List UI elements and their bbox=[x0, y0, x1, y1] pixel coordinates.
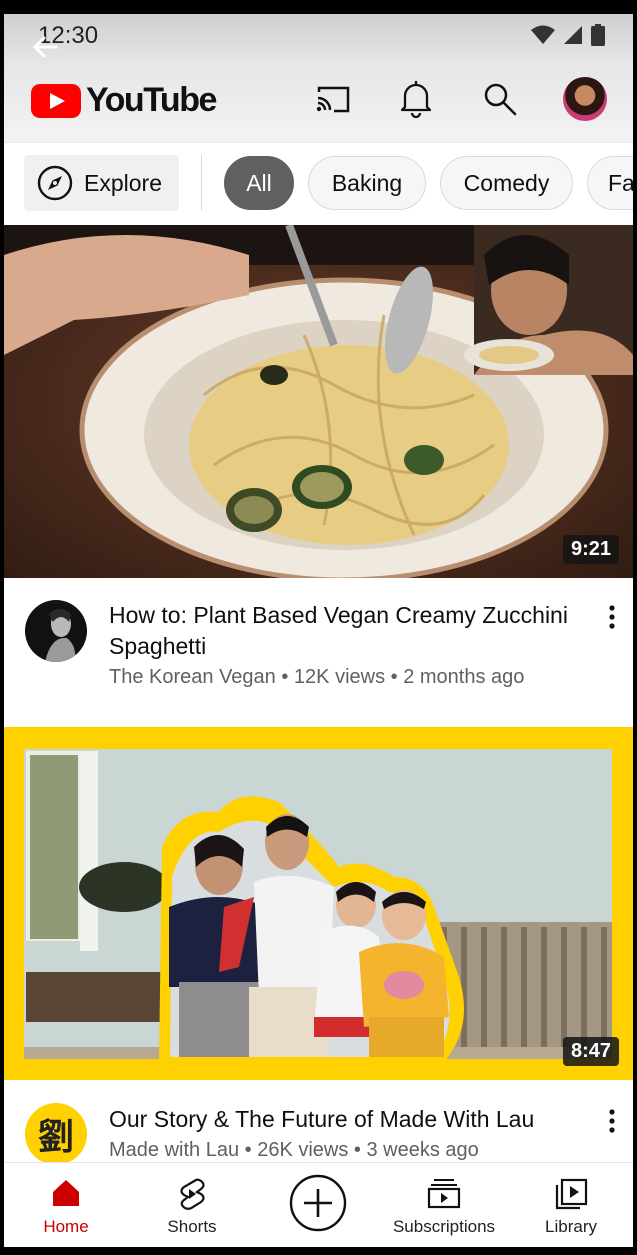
top-app-bar: 12:30 YouTube bbox=[4, 14, 633, 142]
shorts-icon bbox=[180, 1178, 205, 1210]
nav-library[interactable]: Library bbox=[516, 1163, 626, 1247]
subscriptions-icon bbox=[427, 1179, 461, 1209]
filter-chips-bar: Explore All Baking Comedy Fa bbox=[4, 142, 633, 225]
channel-name-2[interactable]: Made with Lau bbox=[109, 1139, 239, 1161]
wifi-icon bbox=[531, 25, 555, 44]
chip-comedy[interactable]: Comedy bbox=[440, 156, 573, 210]
nav-subscriptions[interactable]: Subscriptions bbox=[389, 1163, 499, 1247]
cast-icon[interactable] bbox=[314, 84, 352, 114]
nav-home[interactable]: Home bbox=[11, 1163, 121, 1247]
youtube-app-screen: 12:30 YouTube Explore All Baking Comedy … bbox=[4, 14, 633, 1247]
pasta-bowl-image bbox=[4, 225, 633, 578]
youtube-play-logo-icon bbox=[31, 83, 81, 118]
nav-home-label: Home bbox=[43, 1217, 89, 1236]
youtube-logo[interactable]: YouTube bbox=[31, 81, 217, 120]
battery-icon bbox=[591, 24, 605, 46]
video-title-1[interactable]: How to: Plant Based Vegan Creamy Zucchin… bbox=[109, 600, 579, 662]
home-icon bbox=[53, 1180, 79, 1206]
chip-baking[interactable]: Baking bbox=[308, 156, 426, 210]
bottom-navigation: Home Shorts Subscriptions Library bbox=[4, 1162, 633, 1247]
channel-avatar-1[interactable] bbox=[25, 600, 87, 662]
explore-button[interactable]: Explore bbox=[24, 155, 179, 211]
channel-avatar-2-char: 劉 bbox=[37, 1116, 74, 1158]
more-options-icon-1[interactable] bbox=[602, 602, 622, 632]
compass-icon bbox=[37, 165, 73, 201]
upload-age-1: 2 months ago bbox=[403, 666, 525, 688]
family-photo-image bbox=[24, 749, 612, 1062]
status-icons bbox=[531, 24, 605, 46]
cell-signal-icon bbox=[564, 26, 582, 44]
nav-subscriptions-label: Subscriptions bbox=[392, 1217, 496, 1236]
upload-age-2: 3 weeks ago bbox=[366, 1139, 479, 1161]
view-count-1: 12K views bbox=[293, 666, 386, 688]
nav-shorts[interactable]: Shorts bbox=[137, 1163, 247, 1247]
video-title-2[interactable]: Our Story & The Future of Made With Lau bbox=[109, 1104, 579, 1135]
search-icon[interactable] bbox=[482, 81, 518, 117]
channel-avatar-2[interactable]: 劉 bbox=[25, 1103, 87, 1165]
video-thumbnail-1[interactable]: 9:21 bbox=[4, 225, 633, 578]
view-count-2: 26K views bbox=[257, 1139, 349, 1161]
create-plus-icon[interactable] bbox=[289, 1174, 347, 1232]
video-meta-2: Made with Lau • 26K views • 3 weeks ago bbox=[109, 1139, 479, 1161]
library-icon bbox=[555, 1178, 588, 1210]
chip-fa[interactable]: Fa bbox=[587, 156, 633, 210]
explore-label: Explore bbox=[84, 169, 162, 196]
video-duration-1: 9:21 bbox=[562, 535, 619, 564]
account-avatar[interactable] bbox=[563, 77, 607, 121]
notifications-bell-icon[interactable] bbox=[399, 79, 433, 119]
chip-divider bbox=[201, 155, 202, 211]
nav-library-label: Library bbox=[545, 1217, 597, 1236]
chip-all[interactable]: All bbox=[224, 156, 294, 210]
back-arrow-icon[interactable] bbox=[30, 32, 60, 62]
nav-shorts-label: Shorts bbox=[167, 1217, 217, 1236]
video-duration-2: 8:47 bbox=[562, 1037, 619, 1066]
video-meta-1: The Korean Vegan • 12K views • 2 months … bbox=[109, 666, 525, 688]
app-name: YouTube bbox=[86, 81, 217, 119]
more-options-icon-2[interactable] bbox=[602, 1106, 622, 1136]
channel-name-1[interactable]: The Korean Vegan bbox=[109, 666, 276, 688]
video-thumbnail-2[interactable]: 8:47 bbox=[4, 727, 633, 1080]
